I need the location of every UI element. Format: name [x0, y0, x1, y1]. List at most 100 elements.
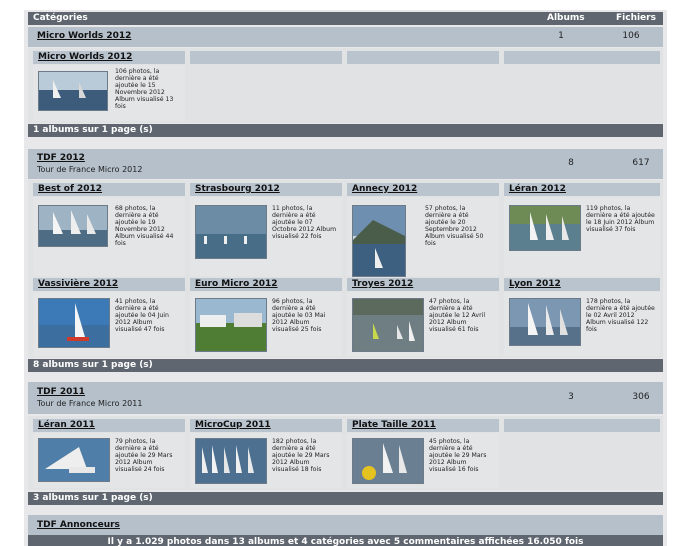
- album-thumbnail[interactable]: [195, 298, 267, 352]
- album-thumbnail[interactable]: [509, 205, 581, 251]
- album-header: Micro Worlds 2012: [33, 51, 185, 64]
- album-header-empty: [504, 419, 660, 432]
- album-header: Léran 2012: [504, 183, 660, 196]
- category-description: Tour de France Micro 2011: [37, 399, 143, 408]
- album-thumbnail[interactable]: [195, 205, 267, 259]
- category-row: Micro Worlds 2012 1 106: [28, 27, 663, 47]
- album-cell: 57 photos, la dernière a été ajoutée le …: [347, 197, 499, 277]
- album-info: 57 photos, la dernière a été ajoutée le …: [425, 205, 484, 247]
- red-hull-boat-photo: [39, 299, 109, 347]
- album-link[interactable]: Lyon 2012: [509, 279, 561, 289]
- album-header: Euro Micro 2012: [190, 278, 342, 291]
- album-thumbnail[interactable]: [38, 71, 108, 111]
- many-sails-photo: [196, 439, 266, 483]
- category-row: TDF 2012 Tour de France Micro 2012 8 617: [28, 149, 663, 179]
- album-link[interactable]: Léran 2012: [509, 184, 566, 194]
- album-thumbnail[interactable]: [38, 438, 110, 482]
- album-header: Léran 2011: [33, 419, 185, 432]
- album-link[interactable]: Troyes 2012: [352, 279, 413, 289]
- album-info: 45 photos, la dernière a été ajoutée le …: [429, 438, 487, 473]
- category-link-micro-worlds[interactable]: Micro Worlds 2012: [37, 31, 131, 41]
- album-cell: 182 photos, la dernière a été ajoutée le…: [190, 433, 342, 488]
- album-info: 11 photos, la dernière a été ajoutée le …: [272, 205, 337, 240]
- regatta-photo: [196, 206, 266, 258]
- album-thumbnail[interactable]: [38, 298, 110, 348]
- album-info: 68 photos, la dernière a été ajoutée le …: [115, 205, 174, 247]
- album-link[interactable]: Euro Micro 2012: [195, 279, 278, 289]
- category-link-tdf-2011[interactable]: TDF 2011: [37, 387, 85, 397]
- category-row: TDF 2011 Tour de France Micro 2011 3 306: [28, 382, 663, 414]
- album-info: 79 photos, la dernière a été ajoutée le …: [115, 438, 173, 473]
- capsized-boat-photo: [39, 439, 109, 481]
- album-cell: 96 photos, la dernière a été ajoutée le …: [190, 292, 342, 356]
- albums-footer: 1 albums sur 1 page (s): [28, 124, 663, 137]
- album-header: Plate Taille 2011: [347, 419, 499, 432]
- album-thumbnail[interactable]: [352, 205, 406, 277]
- yellow-buoy-photo: [353, 439, 423, 483]
- album-header: Lyon 2012: [504, 278, 660, 291]
- album-cell: 47 photos, la dernière a été ajoutée le …: [347, 292, 499, 356]
- albums-footer: 8 albums sur 1 page (s): [28, 359, 663, 372]
- album-cell: 178 photos, la dernière a été ajoutée le…: [504, 292, 660, 356]
- album-info: 96 photos, la dernière a été ajoutée le …: [272, 298, 326, 333]
- album-cell: 68 photos, la dernière a été ajoutée le …: [33, 197, 185, 276]
- album-info: 178 photos, la dernière a été ajoutée le…: [586, 298, 655, 333]
- album-link[interactable]: Plate Taille 2011: [352, 420, 436, 430]
- album-info: 119 photos, la dernière a été ajoutée le…: [586, 205, 655, 233]
- lake-photo: [353, 206, 405, 276]
- gallery-table: Catégories Albums Fichiers Micro Worlds …: [24, 10, 667, 546]
- album-info: 106 photos, la dernière a été ajoutée le…: [115, 68, 174, 110]
- album-link[interactable]: Strasbourg 2012: [195, 184, 280, 194]
- album-cell: 41 photos, la dernière a été ajoutée le …: [33, 292, 185, 356]
- event-tents-photo: [196, 299, 266, 351]
- stats-text: Il y a 1.029 photos dans 13 albums et 4 …: [107, 537, 584, 546]
- album-thumbnail[interactable]: [195, 438, 267, 484]
- album-info: 182 photos, la dernière a été ajoutée le…: [272, 438, 330, 473]
- stats-bar: Il y a 1.029 photos dans 13 albums et 4 …: [28, 535, 663, 546]
- category-link-tdf-2012[interactable]: TDF 2012: [37, 153, 85, 163]
- album-cell: 45 photos, la dernière a été ajoutée le …: [347, 433, 499, 488]
- album-header-empty: [347, 51, 499, 64]
- album-info: 47 photos, la dernière a été ajoutée le …: [429, 298, 486, 333]
- album-info: 41 photos, la dernière a été ajoutée le …: [115, 298, 169, 333]
- category-description: Tour de France Micro 2012: [37, 165, 143, 174]
- album-cell: 79 photos, la dernière a été ajoutée le …: [33, 433, 185, 488]
- category-row: TDF Annonceurs: [28, 515, 663, 535]
- album-header-empty: [504, 51, 660, 64]
- album-thumbnail[interactable]: [509, 298, 581, 346]
- albums-footer: 3 albums sur 1 page (s): [28, 492, 663, 505]
- col-categories: Catégories: [33, 13, 88, 23]
- album-link[interactable]: Annecy 2012: [352, 184, 417, 194]
- album-link[interactable]: Micro Worlds 2012: [38, 52, 132, 62]
- albums-panel: Best of 2012 Strasbourg 2012 Annecy 2012…: [28, 180, 663, 358]
- album-cell: 106 photos, la dernière a été ajoutée le…: [33, 65, 185, 121]
- album-link[interactable]: Vassivière 2012: [38, 279, 118, 289]
- album-link[interactable]: MicroCup 2011: [195, 420, 271, 430]
- album-link[interactable]: Léran 2011: [38, 420, 95, 430]
- albums-panel: Micro Worlds 2012 106 photos, la dernièr…: [28, 48, 663, 123]
- boats-shore-photo: [510, 206, 580, 250]
- fleet-photo: [510, 299, 580, 345]
- albums-panel: Léran 2011 MicroCup 2011 Plate Taille 20…: [28, 416, 663, 490]
- colorful-sails-photo: [353, 299, 423, 351]
- category-file-count: 617: [632, 158, 650, 168]
- album-header: Vassivière 2012: [33, 278, 185, 291]
- album-thumbnail[interactable]: [352, 438, 424, 484]
- category-file-count: 106: [622, 31, 640, 41]
- album-header: Best of 2012: [33, 183, 185, 196]
- category-album-count: 1: [558, 31, 564, 41]
- category-album-count: 8: [568, 158, 574, 168]
- album-thumbnail[interactable]: [352, 298, 424, 352]
- album-link[interactable]: Best of 2012: [38, 184, 102, 194]
- col-files: Fichiers: [616, 13, 656, 23]
- album-header: Strasbourg 2012: [190, 183, 342, 196]
- album-header: MicroCup 2011: [190, 419, 342, 432]
- album-header: Annecy 2012: [347, 183, 499, 196]
- sailboat-photo: [39, 72, 107, 110]
- album-thumbnail[interactable]: [38, 205, 108, 247]
- album-cell: 119 photos, la dernière a été ajoutée le…: [504, 197, 660, 276]
- album-header-empty: [190, 51, 342, 64]
- category-link-tdf-annonceurs[interactable]: TDF Annonceurs: [37, 520, 120, 530]
- album-header: Troyes 2012: [347, 278, 499, 291]
- category-album-count: 3: [568, 392, 574, 402]
